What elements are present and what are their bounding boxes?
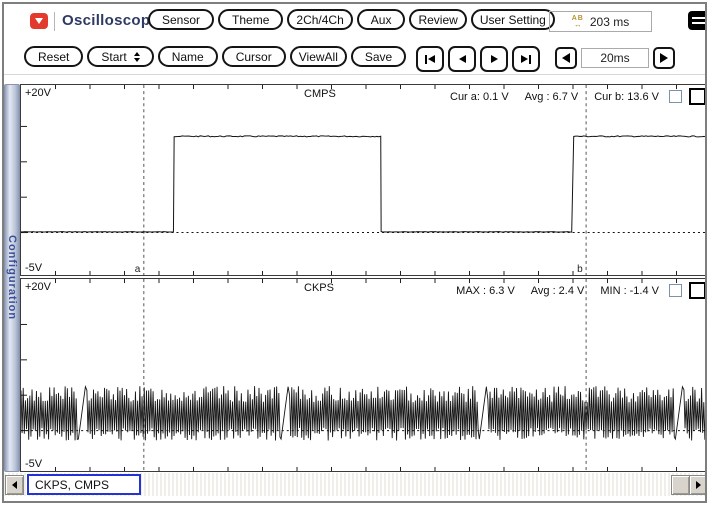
timebase-selector: 20ms xyxy=(555,47,675,69)
name-button[interactable]: Name xyxy=(158,46,218,67)
svg-text:b: b xyxy=(577,264,583,275)
ckps-waveform xyxy=(21,279,707,471)
scroll-right-button[interactable] xyxy=(689,475,707,495)
measurement-readout: Cur a:0.1 V Avg :6.7 V Cur b:13.6 V xyxy=(434,88,706,105)
aux-button[interactable]: Aux xyxy=(357,9,406,30)
panel-title-ckps: CKPS xyxy=(304,282,334,294)
scope-panel-cmps: ab +20V CMPS Cur a:0.1 V Avg :6.7 V Cur … xyxy=(20,84,707,276)
save-button[interactable]: Save xyxy=(351,46,406,67)
scroll-left-button[interactable] xyxy=(5,475,24,495)
channel-selection-box[interactable]: CKPS, CMPS xyxy=(27,474,141,495)
review-button[interactable]: Review xyxy=(409,9,466,30)
timebase-value: 20ms xyxy=(581,48,649,68)
top-voltage-label: +20V xyxy=(25,87,51,99)
user-setting-button[interactable]: User Setting xyxy=(471,9,555,30)
dropdown-triangle-icon xyxy=(35,18,43,24)
app-title: Oscilloscope xyxy=(62,12,159,29)
channel-checkbox[interactable] xyxy=(669,284,682,297)
channel-color-button[interactable] xyxy=(689,282,706,299)
control-toolbar: Reset Start Name Cursor ViewAll Save 20m… xyxy=(4,44,705,75)
menu-icon[interactable] xyxy=(688,11,707,30)
transport-controls xyxy=(416,46,540,72)
configuration-label: Configuration xyxy=(6,235,18,320)
measurement-readout: MAX :6.3 V Avg :2.4 V MIN :-1.4 V xyxy=(440,282,706,299)
skip-to-end-button[interactable] xyxy=(512,46,540,72)
cmps-waveform: ab xyxy=(21,85,707,275)
top-toolbar: Oscilloscope Sensor Theme 2Ch/4Ch Aux Re… xyxy=(4,8,705,40)
configuration-side-tab[interactable]: Configuration xyxy=(4,84,20,472)
skip-to-start-button[interactable] xyxy=(416,46,444,72)
viewall-button[interactable]: ViewAll xyxy=(290,46,347,67)
top-toolbar-buttons: Sensor Theme 2Ch/4Ch Aux Review User Set… xyxy=(148,9,555,30)
theme-button[interactable]: Theme xyxy=(218,9,283,30)
panel-title-cmps: CMPS xyxy=(304,88,336,100)
channel-color-button[interactable] xyxy=(689,88,706,105)
bottom-voltage-label: -5V xyxy=(25,458,42,470)
timebase-increase-button[interactable] xyxy=(653,47,675,69)
reset-button[interactable]: Reset xyxy=(24,46,83,67)
step-forward-button[interactable] xyxy=(480,46,508,72)
status-scrollbar: CKPS, CMPS xyxy=(4,473,707,496)
sensor-button[interactable]: Sensor xyxy=(148,9,214,30)
title-separator xyxy=(54,12,55,31)
scope-panel-ckps: +20V CKPS MAX :6.3 V Avg :2.4 V MIN :-1.… xyxy=(20,278,707,472)
top-voltage-label: +20V xyxy=(25,281,51,293)
bottom-voltage-label: -5V xyxy=(25,262,42,274)
start-button[interactable]: Start xyxy=(87,46,153,67)
oscilloscope-window: Oscilloscope Sensor Theme 2Ch/4Ch Aux Re… xyxy=(2,2,707,503)
step-back-button[interactable] xyxy=(448,46,476,72)
control-toolbar-buttons: Reset Start Name Cursor ViewAll Save xyxy=(24,46,406,67)
up-down-arrows-icon xyxy=(134,52,140,62)
cursor-time-display: AB ↔ 203 ms xyxy=(549,11,652,32)
cursor-button[interactable]: Cursor xyxy=(222,46,286,67)
app-icon[interactable] xyxy=(30,13,48,29)
ab-measure-icon: AB ↔ xyxy=(572,16,584,28)
scrollbar-thumb[interactable] xyxy=(671,475,690,495)
svg-text:a: a xyxy=(135,264,141,275)
cursor-time-value: 203 ms xyxy=(590,15,629,29)
timebase-decrease-button[interactable] xyxy=(555,47,577,69)
channel-checkbox[interactable] xyxy=(669,90,682,103)
channel-mode-button[interactable]: 2Ch/4Ch xyxy=(287,9,352,30)
